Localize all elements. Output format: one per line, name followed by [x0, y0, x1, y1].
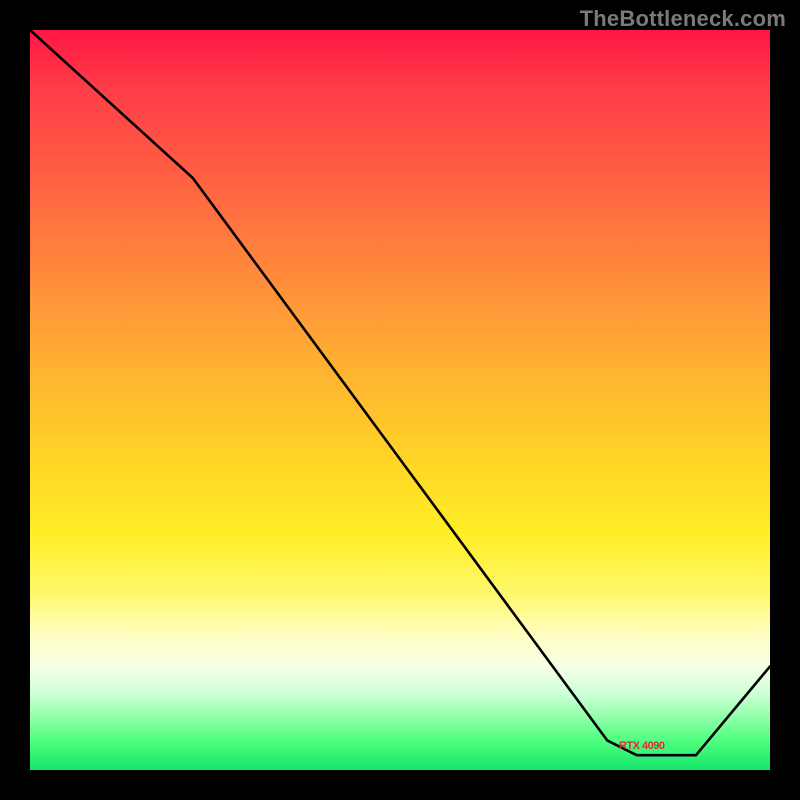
- line-plot: [30, 30, 770, 770]
- watermark-text: TheBottleneck.com: [580, 6, 786, 32]
- series-label: RTX 4090: [619, 740, 665, 752]
- plot-area: RTX 4090: [30, 30, 770, 770]
- curve-path: [30, 30, 770, 755]
- chart-container: TheBottleneck.com RTX 4090: [0, 0, 800, 800]
